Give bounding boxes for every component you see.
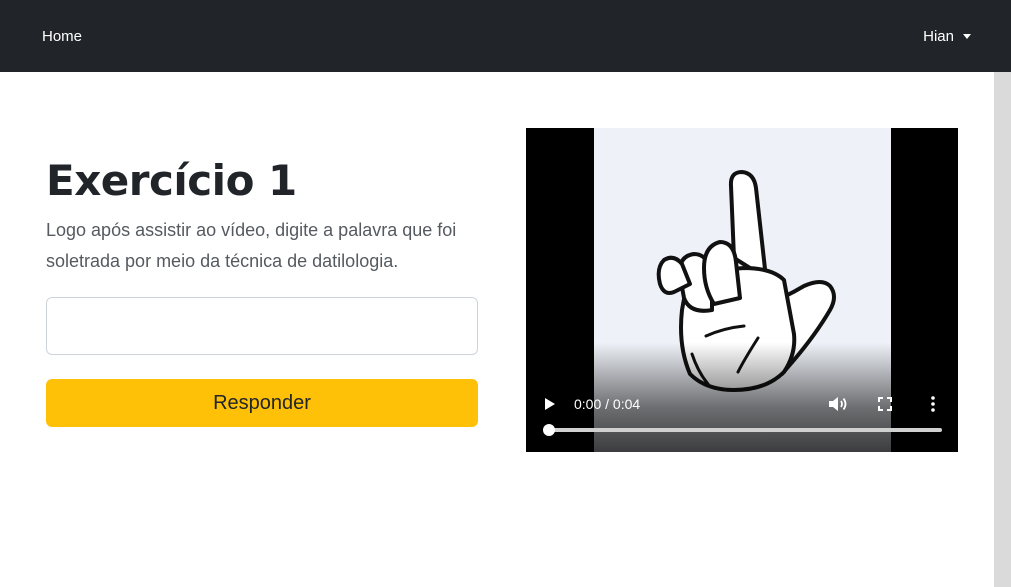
more-vert-icon[interactable] xyxy=(930,396,936,412)
user-name-label: Hian xyxy=(923,27,954,45)
page-scrollbar[interactable] xyxy=(994,72,1011,587)
nav-home-label: Home xyxy=(42,27,83,45)
volume-icon[interactable] xyxy=(828,396,848,412)
user-dropdown-toggle[interactable]: Hian xyxy=(923,28,971,45)
submit-button[interactable]: Responder xyxy=(46,379,478,427)
fullscreen-icon[interactable] xyxy=(878,397,892,411)
chevron-down-icon xyxy=(963,34,971,39)
scrollbar-thumb[interactable] xyxy=(994,72,1011,587)
nav-home-link[interactable]: Home xyxy=(42,28,82,45)
exercise-panel: Exercício 1 Logo após assistir ao vídeo,… xyxy=(46,155,478,277)
exercise-title: Exercício 1 xyxy=(46,156,297,205)
video-progress-knob[interactable] xyxy=(543,424,555,436)
top-navbar: Home Hian xyxy=(0,0,1011,72)
play-icon[interactable] xyxy=(544,397,556,411)
video-time-display: 0:00 / 0:04 xyxy=(574,396,641,412)
answer-input[interactable] xyxy=(46,297,478,355)
video-progress-track[interactable] xyxy=(543,424,942,436)
exercise-description: Logo após assistir ao vídeo, digite a pa… xyxy=(46,220,457,271)
video-player[interactable]: 0:00 / 0:04 xyxy=(526,128,958,452)
